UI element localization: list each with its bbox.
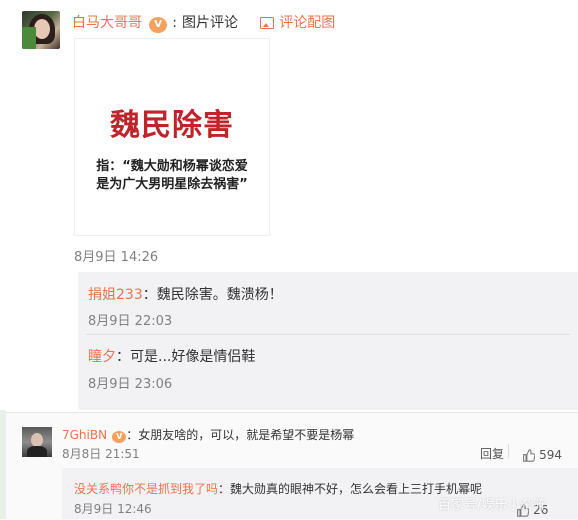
reply-item: 瞳夕：可是...好像是情侣鞋 <box>88 346 255 366</box>
action-divider <box>508 444 509 458</box>
vip-badge-icon: V <box>112 431 127 443</box>
reply-divider <box>86 334 570 335</box>
comment-header: 7GhiBN V ：女朋友啥的，可以，就是希望不要是杨幂 <box>62 424 354 443</box>
comment-username[interactable]: 7GhiBN <box>62 428 107 442</box>
reply-timestamp: 8月9日 22:03 <box>88 314 173 329</box>
comment-timestamp: 8月9日 14:26 <box>74 250 159 265</box>
reply-separator: ： <box>116 349 130 365</box>
comment-text: 图片评论 <box>182 15 238 31</box>
reply-text: 可是...好像是情侣鞋 <box>130 349 256 365</box>
image-caption-line1: 指：“魏大勋和杨幂谈恋爱 <box>96 159 248 174</box>
reply-username[interactable]: 瞳夕 <box>88 349 116 365</box>
reply-item: 没关系鸭你不是抓到我了吗：魏大勋真的眼神不好，怎么会看上三打手机幂呢 <box>74 478 482 497</box>
reply-timestamp: 8月9日 12:46 <box>74 502 152 516</box>
comment-username[interactable]: 白马大哥哥 <box>72 15 142 31</box>
image-caption-line2: 是为广大男明星除去祸害” <box>96 177 248 192</box>
comment-timestamp: 8月8日 21:51 <box>62 447 140 461</box>
reply-timestamp: 8月9日 23:06 <box>88 377 173 392</box>
vip-badge-icon: V <box>149 17 168 33</box>
watermark: 百家号/娱乐小杂阵 <box>438 498 547 513</box>
side-strip <box>0 410 6 519</box>
thumbs-up-icon <box>522 448 535 462</box>
image-headline: 魏民除害 <box>110 108 234 143</box>
comment-image[interactable]: 魏民除害 指：“魏大勋和杨幂谈恋爱 是为广大男明星除去祸害” <box>74 38 270 236</box>
reply-username[interactable]: 没关系鸭你不是抓到我了吗 <box>74 482 218 496</box>
reply-username[interactable]: 捐姐233 <box>88 287 143 303</box>
comment-separator: : <box>172 15 177 31</box>
view-image-link[interactable]: 评论配图 <box>279 15 335 31</box>
reply-separator: ： <box>218 482 231 496</box>
reply-text: 魏民除害。魏溃杨！ <box>156 287 283 303</box>
reply-button[interactable]: 回复 <box>480 445 504 462</box>
like-button[interactable]: 594 <box>522 444 562 463</box>
image-caption: 指：“魏大勋和杨幂谈恋爱 是为广大男明星除去祸害” <box>74 158 270 194</box>
comment-text: 女朋友啥的，可以，就是希望不要是杨幂 <box>138 428 355 442</box>
image-icon[interactable] <box>260 16 275 29</box>
comment-header: 白马大哥哥 V : 图片评论 评论配图 <box>72 12 335 33</box>
reply-separator: ： <box>142 287 157 303</box>
reply-item: 捐姐233：魏民除害。魏溃杨！ <box>88 284 283 304</box>
user-avatar[interactable] <box>22 11 60 49</box>
like-count: 594 <box>539 448 562 462</box>
user-avatar[interactable] <box>22 427 52 457</box>
comment-separator: ： <box>126 428 139 442</box>
